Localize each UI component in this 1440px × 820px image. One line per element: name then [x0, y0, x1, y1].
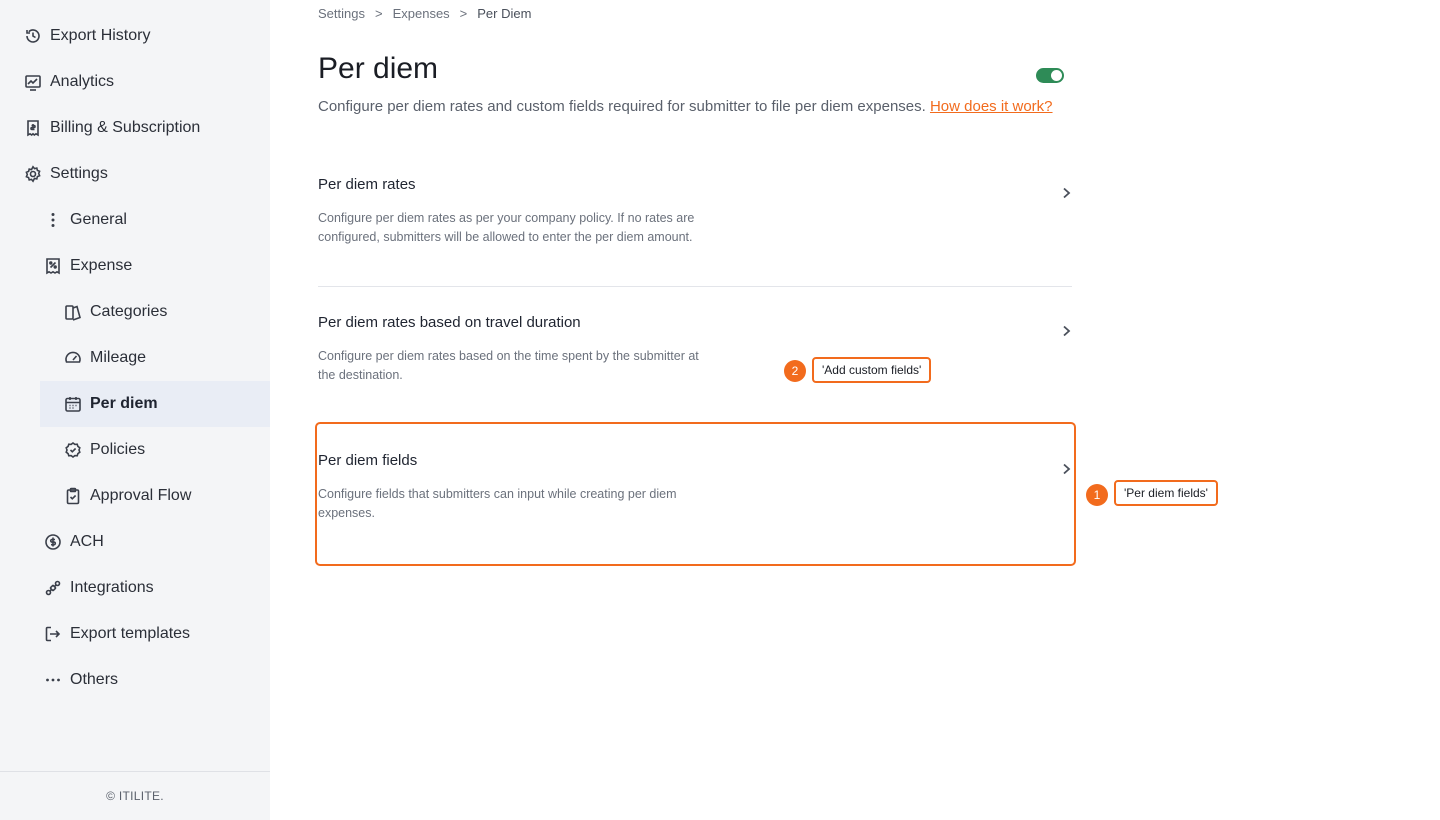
breadcrumb-separator: >: [374, 6, 383, 21]
sidebar-item-settings[interactable]: Settings: [24, 151, 264, 197]
per-diem-enable-toggle[interactable]: [1036, 68, 1064, 83]
sidebar-item-label: Integrations: [70, 579, 154, 596]
sidebar-item-others[interactable]: Others: [44, 657, 264, 703]
sidebar-item-approval-flow[interactable]: Approval Flow: [64, 473, 264, 519]
sidebar-item-label: Categories: [90, 303, 168, 320]
more-icon: [44, 671, 62, 689]
page-description: Configure per diem rates and custom fiel…: [318, 98, 1053, 115]
page-description-text: Configure per diem rates and custom fiel…: [318, 98, 926, 115]
annotation-marker-2: 2: [784, 360, 806, 382]
analytics-icon: [24, 73, 42, 91]
sidebar-item-label: Expense: [70, 257, 133, 274]
sidebar-item-analytics[interactable]: Analytics: [24, 59, 264, 105]
breadcrumb-item-per-diem: Per Diem: [477, 6, 532, 21]
section-per-diem-rates[interactable]: Per diem rates Configure per diem rates …: [318, 176, 1072, 256]
annotation-tag-add-custom-fields: 'Add custom fields': [812, 357, 932, 383]
section-title: Per diem rates: [318, 176, 416, 193]
kebab-icon: [44, 211, 62, 229]
chevron-right-icon: [1060, 324, 1072, 338]
sidebar: Export History Analytics Billing & Subsc…: [0, 0, 270, 820]
breadcrumb-item-settings[interactable]: Settings: [318, 6, 365, 21]
section-description: Configure per diem rates based on the ti…: [318, 349, 699, 382]
sidebar-item-billing[interactable]: Billing & Subscription: [24, 105, 264, 151]
sidebar-item-general[interactable]: General: [44, 197, 264, 243]
breadcrumb-separator: >: [459, 6, 468, 21]
section-divider: [318, 286, 1072, 287]
sidebar-item-mileage[interactable]: Mileage: [64, 335, 264, 381]
sidebar-item-categories[interactable]: Categories: [64, 289, 264, 335]
sidebar-item-expense[interactable]: Expense: [44, 243, 264, 289]
breadcrumb-item-expenses[interactable]: Expenses: [393, 6, 450, 21]
receipt-icon: [24, 119, 42, 137]
sidebar-item-integrations[interactable]: Integrations: [44, 565, 264, 611]
sidebar-item-policies[interactable]: Policies: [64, 427, 264, 473]
history-icon: [24, 27, 42, 45]
sidebar-item-label: ACH: [70, 533, 104, 550]
annotation-marker-1: 1: [1086, 484, 1108, 506]
page-title: Per diem: [318, 52, 439, 85]
dollar-circle-icon: [44, 533, 62, 551]
integrations-icon: [44, 579, 62, 597]
chevron-right-icon: [1060, 186, 1072, 200]
how-does-it-work-link[interactable]: How does it work?: [930, 98, 1053, 115]
sidebar-item-label: Policies: [90, 441, 146, 458]
section-per-diem-rates-travel-duration[interactable]: Per diem rates based on travel duration …: [318, 314, 1072, 394]
sidebar-item-ach[interactable]: ACH: [44, 519, 264, 565]
sidebar-item-export-templates[interactable]: Export templates: [44, 611, 264, 657]
clipboard-check-icon: [64, 487, 82, 505]
sidebar-item-label: Export templates: [70, 625, 191, 642]
calendar-icon: [64, 395, 82, 413]
toggle-knob: [1051, 70, 1062, 81]
sidebar-item-label: Mileage: [90, 349, 147, 366]
shield-check-icon: [64, 441, 82, 459]
annotation-tag-per-diem-fields: 'Per diem fields': [1114, 480, 1218, 506]
sidebar-item-label: Analytics: [50, 73, 115, 90]
export-icon: [44, 625, 62, 643]
sidebar-item-per-diem[interactable]: Per diem: [40, 381, 270, 427]
sidebar-item-label: General: [70, 211, 127, 228]
sidebar-item-label: Per diem: [90, 395, 158, 412]
sidebar-item-label: Export History: [50, 27, 151, 44]
sidebar-item-label: Approval Flow: [90, 487, 192, 504]
sidebar-item-label: Others: [70, 671, 119, 688]
highlight-box: [315, 422, 1076, 566]
section-title: Per diem rates based on travel duration: [318, 314, 581, 331]
gear-icon: [24, 165, 42, 183]
breadcrumb: Settings > Expenses > Per Diem: [318, 6, 531, 21]
section-description: Configure per diem rates as per your com…: [318, 211, 695, 244]
speedometer-icon: [64, 349, 82, 367]
sidebar-footer: © ITILITE.: [0, 771, 270, 820]
categories-icon: [64, 303, 82, 321]
sidebar-item-export-history[interactable]: Export History: [24, 13, 264, 59]
sidebar-item-label: Settings: [50, 165, 108, 182]
sidebar-item-label: Billing & Subscription: [50, 119, 201, 136]
expense-icon: [44, 257, 62, 275]
